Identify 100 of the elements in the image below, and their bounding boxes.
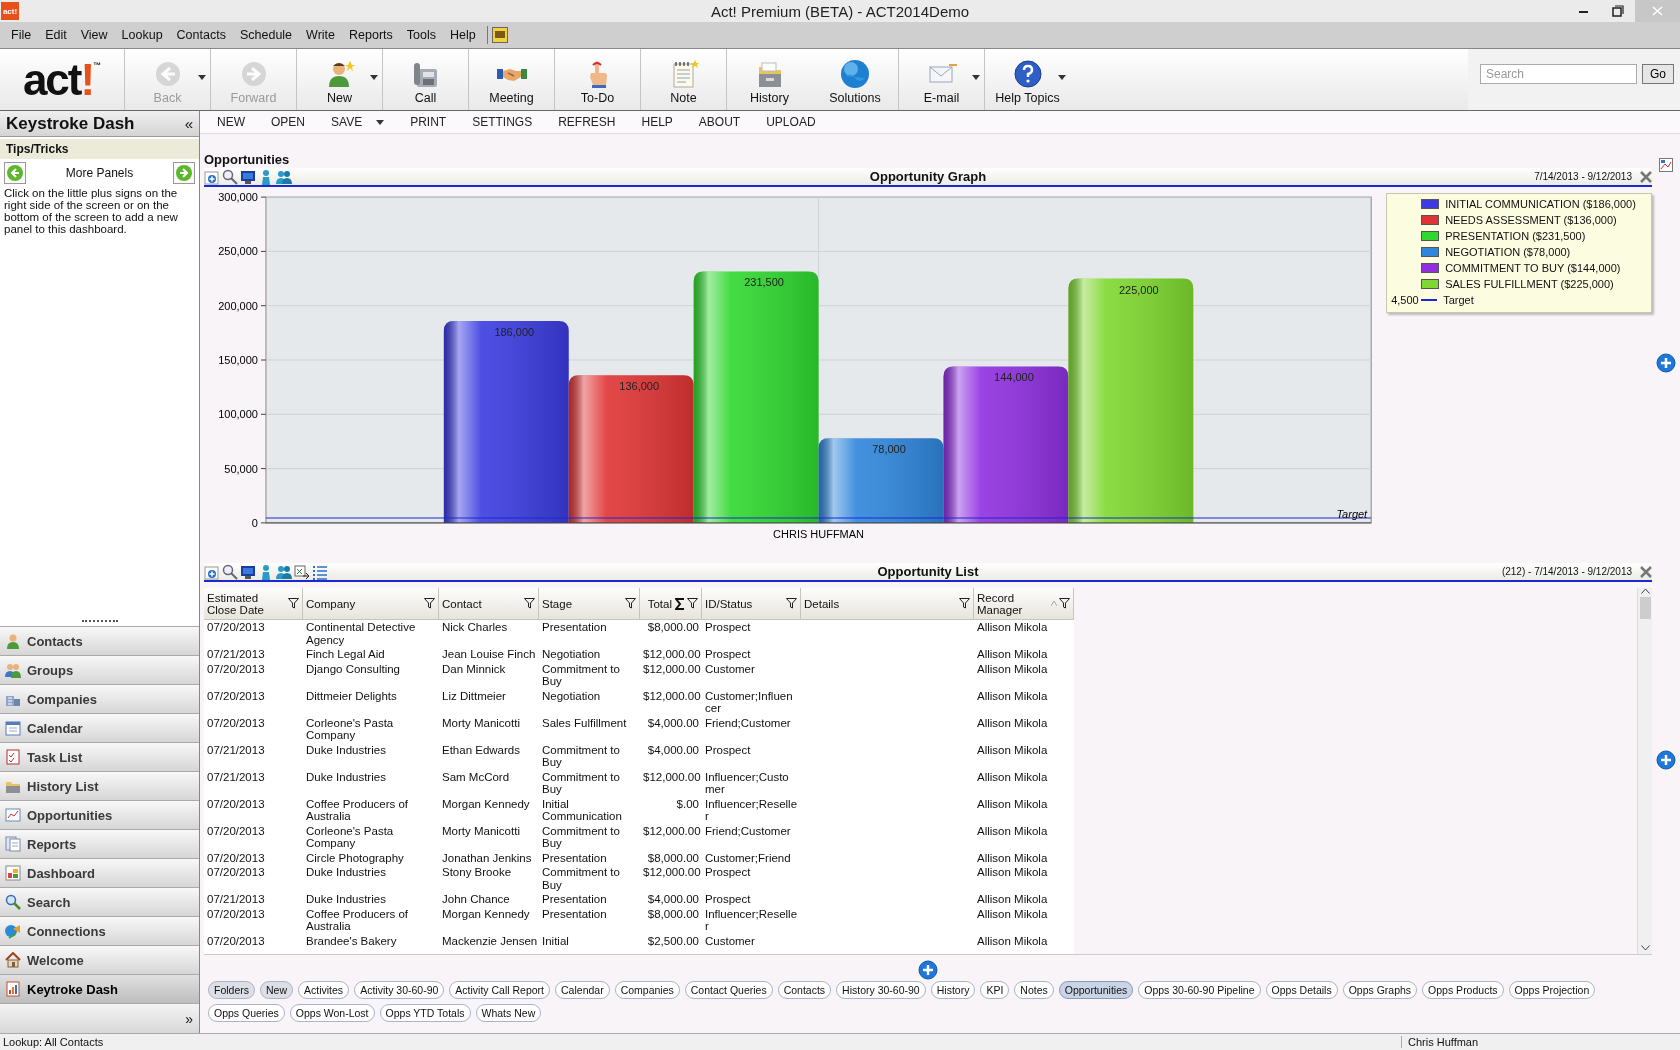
- toolbar-button[interactable]: History: [726, 49, 812, 110]
- window-icon[interactable]: [491, 27, 508, 43]
- filter-icon[interactable]: [424, 598, 435, 609]
- filter-icon[interactable]: [1059, 598, 1070, 609]
- filter-icon[interactable]: [959, 598, 970, 609]
- menu-item[interactable]: Contacts: [169, 28, 233, 42]
- close-icon[interactable]: [1640, 170, 1652, 183]
- panel-tab[interactable]: Whats New: [475, 1004, 542, 1022]
- column-header[interactable]: Contact: [439, 588, 539, 620]
- menu-item[interactable]: Edit: [38, 28, 74, 42]
- column-header[interactable]: Company: [303, 588, 439, 620]
- toolbar-button[interactable]: Help Topics: [984, 49, 1070, 110]
- panel-tab[interactable]: Opps Queries: [208, 1004, 285, 1022]
- add-icon[interactable]: [204, 168, 220, 185]
- caret-icon[interactable]: [370, 75, 378, 80]
- panel-tab[interactable]: Calendar: [555, 981, 610, 999]
- filter-icon[interactable]: [524, 598, 535, 609]
- add-icon[interactable]: [1656, 750, 1676, 770]
- go-button[interactable]: Go: [1642, 63, 1674, 84]
- toolbar-button[interactable]: Meeting: [468, 49, 554, 110]
- column-header[interactable]: Estimated Close Date: [204, 588, 303, 620]
- menu-item[interactable]: View: [73, 28, 115, 42]
- nav-item[interactable]: Connections: [0, 916, 199, 945]
- nav-item[interactable]: Groups: [0, 655, 199, 684]
- nav-item[interactable]: Reports: [0, 829, 199, 858]
- add-icon[interactable]: [918, 960, 938, 980]
- panel-tab[interactable]: Opps Products: [1422, 981, 1504, 999]
- panel-tab[interactable]: Activity 30-60-90: [354, 981, 445, 999]
- collapse-button[interactable]: «: [184, 115, 193, 132]
- nav-item[interactable]: Search: [0, 887, 199, 916]
- previous-button[interactable]: [4, 162, 26, 184]
- menu-item[interactable]: Tools: [399, 28, 443, 42]
- add-icon[interactable]: [1656, 353, 1676, 373]
- menu-item[interactable]: File: [4, 28, 39, 42]
- picture-icon[interactable]: [1659, 158, 1673, 172]
- panel-tab[interactable]: Folders: [208, 981, 255, 999]
- scroll-up-icon[interactable]: [1640, 588, 1650, 594]
- scrollbar[interactable]: [1637, 588, 1652, 954]
- nav-item[interactable]: Welcome: [0, 945, 199, 974]
- filter-icon[interactable]: [288, 598, 299, 609]
- people-icon[interactable]: [276, 168, 292, 185]
- panel-tab[interactable]: Contact Queries: [684, 981, 773, 999]
- close-icon[interactable]: [1640, 565, 1652, 578]
- panel-tab[interactable]: Opps YTD Totals: [379, 1004, 471, 1022]
- next-button[interactable]: [173, 162, 195, 184]
- panel-tab[interactable]: Companies: [614, 981, 680, 999]
- toolbar-button[interactable]: Solutions: [812, 49, 898, 110]
- caret-icon[interactable]: [1058, 75, 1066, 80]
- menu-item[interactable]: Lookup: [114, 28, 170, 42]
- scroll-thumb[interactable]: [1639, 597, 1651, 619]
- panel-tab[interactable]: Opps Details: [1265, 981, 1338, 999]
- panel-tab[interactable]: Opps Projection: [1508, 981, 1596, 999]
- more-button[interactable]: »: [185, 1010, 193, 1027]
- toolbar-button[interactable]: OPEN: [258, 115, 318, 129]
- panel-tab[interactable]: Opportunities: [1058, 981, 1134, 999]
- toolbar-button[interactable]: PRINT: [397, 115, 460, 129]
- panel-tab[interactable]: Activites: [298, 981, 350, 999]
- column-header[interactable]: Total: [640, 588, 702, 620]
- column-header[interactable]: ID/Status: [702, 588, 801, 620]
- panel-tab[interactable]: Opps Graphs: [1342, 981, 1418, 999]
- menu-item[interactable]: Schedule: [232, 28, 300, 42]
- filter-icon[interactable]: [625, 598, 636, 609]
- sum-icon[interactable]: [675, 597, 685, 610]
- panel-tab[interactable]: Opps 30-60-90 Pipeline: [1138, 981, 1261, 999]
- panel-tab[interactable]: New: [260, 981, 294, 999]
- filter-icon[interactable]: [786, 598, 797, 609]
- menu-item[interactable]: Reports: [342, 28, 400, 42]
- nav-item[interactable]: Keytroke Dash: [0, 974, 199, 1003]
- toolbar-button[interactable]: SETTINGS: [459, 115, 546, 129]
- filter-icon[interactable]: [687, 598, 698, 609]
- panel-tab[interactable]: History 30-60-90: [836, 981, 926, 999]
- search-field[interactable]: Search: [1480, 63, 1637, 84]
- panel-tab[interactable]: Activity Call Report: [449, 981, 551, 999]
- toolbar-button[interactable]: Note: [640, 49, 726, 110]
- people-icon[interactable]: [276, 563, 292, 580]
- column-header[interactable]: Stage: [539, 588, 640, 620]
- add-icon[interactable]: [204, 563, 220, 580]
- panel-tab[interactable]: History: [930, 981, 976, 999]
- panel-tab[interactable]: Contacts: [777, 981, 832, 999]
- toolbar-button[interactable]: HELP: [628, 115, 686, 129]
- toolbar-button[interactable]: ABOUT: [685, 115, 754, 129]
- menu-item[interactable]: Help: [442, 28, 483, 42]
- list-icon[interactable]: [312, 563, 328, 580]
- nav-item[interactable]: Contacts: [0, 626, 199, 655]
- scroll-down-icon[interactable]: [1640, 945, 1650, 951]
- toolbar-button[interactable]: REFRESH: [545, 115, 629, 129]
- nav-item[interactable]: Opportunities: [0, 800, 199, 829]
- nav-item[interactable]: Task List: [0, 742, 199, 771]
- toolbar-button[interactable]: E-mail: [898, 49, 984, 110]
- monitor-icon[interactable]: [240, 168, 256, 185]
- toolbar-button[interactable]: Call: [382, 49, 468, 110]
- caret-icon[interactable]: [376, 119, 385, 125]
- column-header[interactable]: Record Manager: [974, 588, 1074, 620]
- toolbar-button[interactable]: To-Do: [554, 49, 640, 110]
- nav-item[interactable]: Companies: [0, 684, 199, 713]
- panel-tab[interactable]: Notes: [1014, 981, 1054, 999]
- monitor-icon[interactable]: [240, 563, 256, 580]
- column-header[interactable]: Details: [801, 588, 974, 620]
- search-icon[interactable]: [222, 168, 238, 185]
- nav-item[interactable]: Calendar: [0, 713, 199, 742]
